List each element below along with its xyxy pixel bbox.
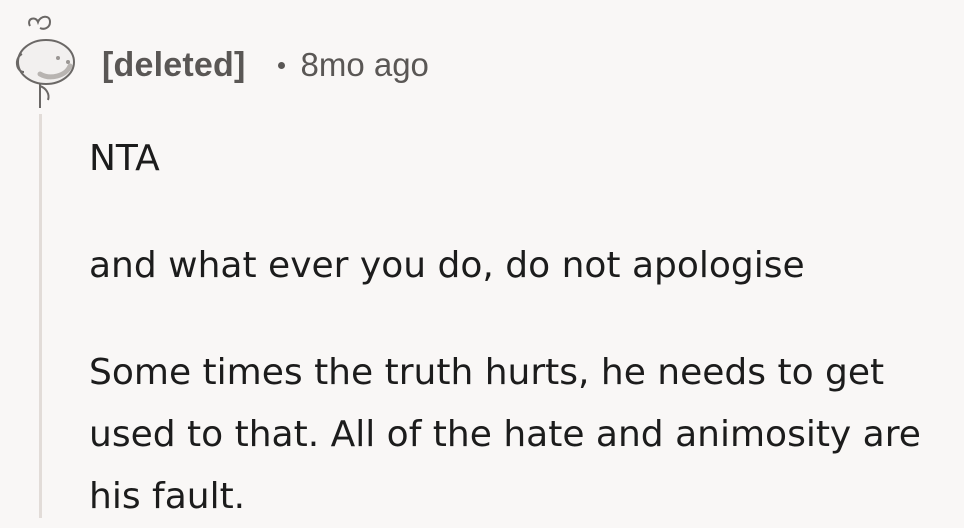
comment-paragraph: Some times the truth hurts, he needs to … (89, 352, 921, 517)
separator-dot (278, 61, 286, 69)
comment: [deleted] 8mo ago NTA and what ever you … (0, 0, 964, 518)
comment-paragraph: NTA (89, 138, 160, 179)
comment-paragraph: and what ever you do, do not apologise (89, 245, 805, 286)
comment-timestamp: 8mo ago (300, 46, 429, 83)
author-name[interactable]: [deleted] (102, 46, 245, 85)
thread-line[interactable] (39, 114, 42, 518)
snoo-avatar-icon[interactable] (10, 14, 82, 110)
comment-meta: [deleted] 8mo ago (102, 42, 429, 88)
comment-body: NTA and what ever you do, do not apologi… (89, 128, 949, 528)
